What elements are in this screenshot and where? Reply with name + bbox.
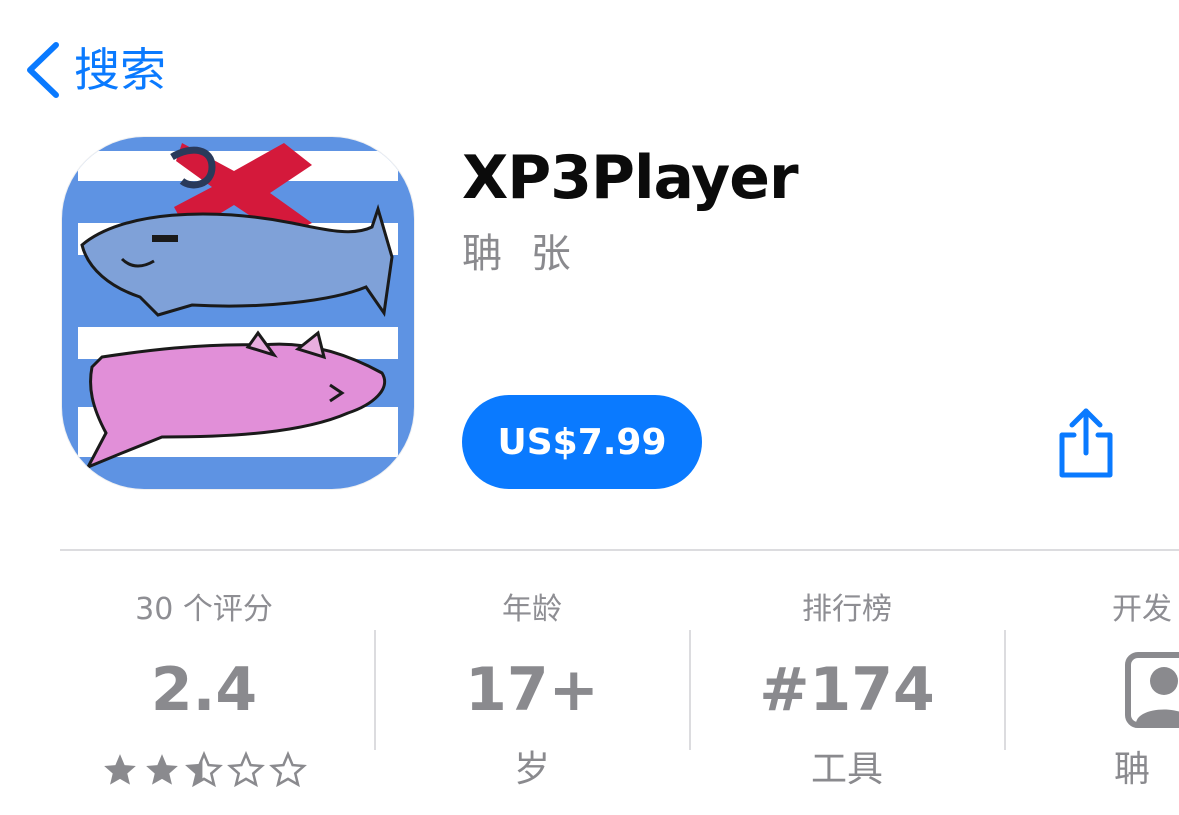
age-value: 17+ [465,655,599,725]
app-icon [62,137,414,489]
chevron-left-icon [27,42,59,98]
share-icon [1059,408,1113,478]
developer-header: 开发 [1112,592,1172,627]
chart-value: #174 [759,655,935,725]
person-icon [1125,652,1179,728]
rating-stars [46,740,362,800]
age-header: 年龄 [502,592,562,627]
back-label: 搜索 [74,43,166,97]
star-icon [146,754,178,785]
age-unit: 岁 [513,749,550,790]
star-icon [185,751,223,788]
ratings-summary[interactable]: 30 个评分 2.4 [46,580,362,800]
ratings-count: 30 个评分 [135,592,273,627]
chart-rank[interactable]: 排行榜 #174 工具 [689,580,1005,800]
share-button[interactable] [1052,405,1120,481]
developer-info[interactable]: 开发 聃 张 [1006,580,1179,800]
chart-category: 工具 [810,749,883,790]
section-divider [60,549,1179,551]
rating-value: 2.4 [150,655,258,725]
price-button[interactable]: US$7.99 [462,395,702,489]
developer-info-name: 聃 张 [1114,749,1179,790]
back-button[interactable]: 搜索 [22,38,166,102]
developer-link[interactable]: 聃 张 [462,226,579,282]
age-rating[interactable]: 年龄 17+ 岁 [374,580,690,800]
star-icon [227,751,265,788]
chart-header: 排行榜 [802,592,892,627]
star-icon [269,751,307,788]
app-title: XP3Player [462,143,799,213]
star-icon [104,754,136,785]
